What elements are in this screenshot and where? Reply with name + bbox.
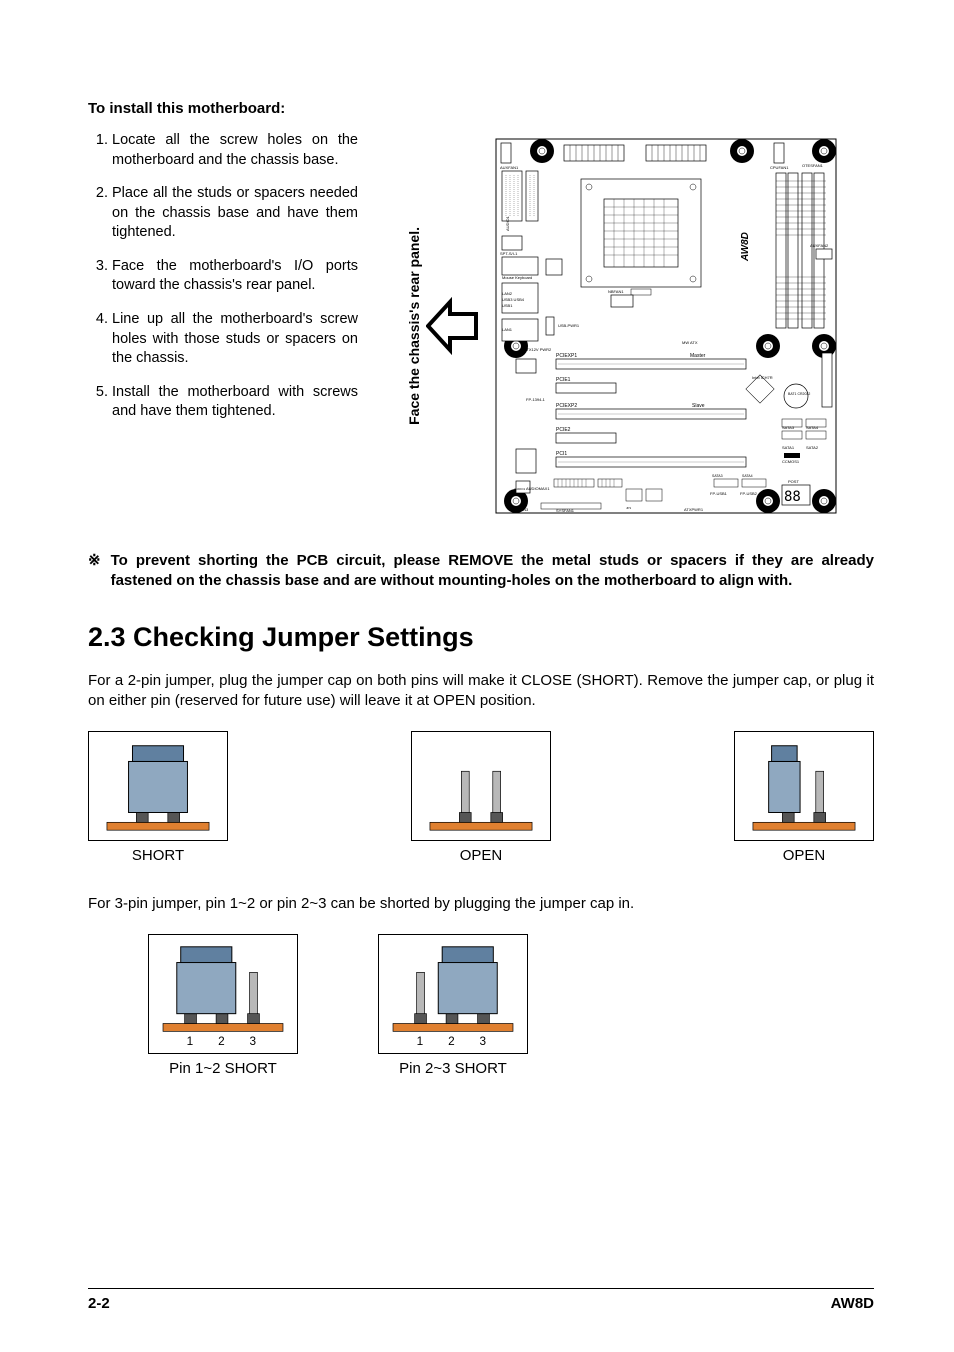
steps-column: Locate all the screw holes on the mother… <box>88 131 358 436</box>
label-otesfan1: OTESFAN1 <box>802 163 824 168</box>
install-steps-list: Locate all the screw holes on the mother… <box>88 131 358 422</box>
jumper-open-1: OPEN <box>411 731 551 864</box>
label-atxpwr2: ATX12V PWR2 <box>524 347 552 352</box>
label-audio2: AUDIO1 <box>514 487 526 491</box>
label-sata3: SATA3 <box>782 425 795 430</box>
footer-left: 2-2 <box>88 1295 110 1312</box>
top-section: Locate all the screw holes on the mother… <box>88 131 874 521</box>
label-ccmos1: CCMOS1 <box>782 459 800 464</box>
page-footer: 2-2 AW8D <box>88 1288 874 1312</box>
label-post: POST <box>788 479 799 484</box>
jumper-open1-diagram <box>411 731 551 841</box>
caption-pin12: Pin 1~2 SHORT <box>148 1060 298 1077</box>
label-jp1: JP1 <box>626 506 632 510</box>
install-heading: To install this motherboard: <box>88 100 874 117</box>
label-nbfan1: NBFAN1 <box>608 289 624 294</box>
note-text: To prevent shorting the PCB circuit, ple… <box>111 551 874 592</box>
pin-label-3b: 3 <box>480 1034 487 1048</box>
jumper-open2-diagram <box>734 731 874 841</box>
jumper-short-diagram <box>88 731 228 841</box>
label-brand: AW8D <box>740 232 751 262</box>
warning-note: ※ To prevent shorting the PCB circuit, p… <box>88 551 874 592</box>
label-auxfan2: AUXFAN2 <box>810 243 829 248</box>
step-3: Face the motherboard's I/O ports toward … <box>112 257 358 296</box>
label-usb1: USB1 <box>502 303 513 308</box>
caption-short: SHORT <box>88 847 228 864</box>
label-audio1: AUDIO1 <box>505 215 510 231</box>
label-pcie1: PCIE1 <box>556 377 571 383</box>
pin-label-2b: 2 <box>448 1034 455 1048</box>
label-fpusb1: FP-USB1 <box>710 491 728 496</box>
label-bat: BAT1 CR2032 <box>788 392 810 396</box>
label-pcie2: PCIE2 <box>556 427 571 433</box>
jumper-2pin-row: SHORT OPEN OPEN <box>88 731 874 864</box>
pin-label-2a: 2 <box>218 1034 225 1048</box>
pin-label-3a: 3 <box>250 1034 257 1048</box>
label-lan1: LAN1 <box>502 327 513 332</box>
rear-panel-label: Face the chassis's rear panel. <box>406 227 422 425</box>
label-atxpwr1: ATXPWR1 <box>684 507 704 512</box>
note-symbol-icon: ※ <box>88 551 101 592</box>
label-spdif1: SPT-S/I-1 <box>500 251 518 256</box>
motherboard-diagram: AUXFAN1 CPUFAN1 OTESFAN1 <box>486 131 846 521</box>
jumper-open-2: OPEN <box>734 731 874 864</box>
label-chipset: Intel ICH7R <box>752 375 773 380</box>
label-sata2: SATA2 <box>806 445 819 450</box>
label-fp1394: FP-1394-1 <box>526 397 546 402</box>
label-fpusb2: FP-USB2 <box>740 491 758 496</box>
label-usb3: USB3 USB4 <box>502 297 525 302</box>
jumper-pin23: 1 2 3 Pin 2~3 SHORT <box>378 934 528 1077</box>
label-cpufan1: CPUFAN1 <box>770 165 789 170</box>
step-2: Place all the studs or spacers needed on… <box>112 184 358 243</box>
jumper-short: SHORT <box>88 731 228 864</box>
label-mousekb: Mouse Keyboard <box>502 275 532 280</box>
caption-pin23: Pin 2~3 SHORT <box>378 1060 528 1077</box>
label-master: Master <box>690 353 706 359</box>
label-mwatx: MW ATX <box>682 340 698 345</box>
pin-label-1a: 1 <box>187 1034 194 1048</box>
pin-label-1b: 1 <box>417 1034 424 1048</box>
label-pci1: PCI1 <box>556 451 567 457</box>
label-sata6: SATA4 <box>742 474 753 478</box>
arrow-left-icon <box>426 296 478 356</box>
label-auxfan1: AUXFAN1 <box>500 165 519 170</box>
label-audiomax1: AUDIOMAX1 <box>526 486 550 491</box>
label-usbpwr1: USB-PWR1 <box>558 323 580 328</box>
label-slave: Slave <box>692 403 705 409</box>
caption-open2: OPEN <box>734 847 874 864</box>
label-pciexp1: PCIEXP1 <box>556 353 577 359</box>
jumper-pin12: 1 2 3 Pin 1~2 SHORT <box>148 934 298 1077</box>
label-auxfan3: AUXFAN3 <box>510 507 529 512</box>
jumper-3pin-row: 1 2 3 Pin 1~2 SHORT 1 2 3 Pin 2~3 SHORT <box>148 934 874 1077</box>
jumper-pin23-diagram: 1 2 3 <box>378 934 528 1054</box>
label-sysfan1: SYSFAN1 <box>556 508 575 513</box>
section-heading: 2.3 Checking Jumper Settings <box>88 622 874 653</box>
footer-right: AW8D <box>831 1295 874 1312</box>
step-5: Install the motherboard with screws and … <box>112 383 358 422</box>
label-lan2: LAN2 <box>502 291 513 296</box>
label-sata4: SATA4 <box>806 425 819 430</box>
step-1: Locate all the screw holes on the mother… <box>112 131 358 170</box>
step-4: Line up all the motherboard's screw hole… <box>112 310 358 369</box>
para-3pin: For 3-pin jumper, pin 1~2 or pin 2~3 can… <box>88 894 874 914</box>
caption-open1: OPEN <box>411 847 551 864</box>
para-2pin: For a 2-pin jumper, plug the jumper cap … <box>88 671 874 712</box>
svg-text:88: 88 <box>784 489 801 505</box>
label-pciexp2: PCIEXP2 <box>556 403 577 409</box>
jumper-pin12-diagram: 1 2 3 <box>148 934 298 1054</box>
label-sata5: SATA3 <box>712 474 723 478</box>
diagram-column: Face the chassis's rear panel. <box>378 131 874 521</box>
label-sata1: SATA1 <box>782 445 795 450</box>
